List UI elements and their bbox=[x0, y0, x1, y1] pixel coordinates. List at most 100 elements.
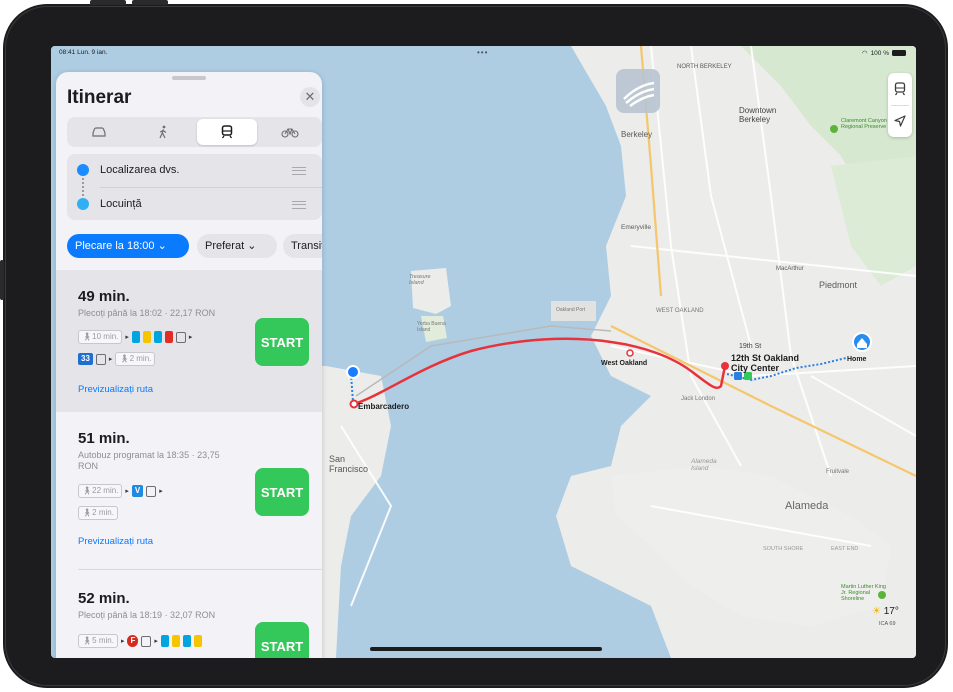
bart-station-icon bbox=[734, 372, 742, 380]
map-label-treasure-island: Treasure Island bbox=[409, 274, 431, 286]
amtrak-station-icon[interactable] bbox=[616, 69, 660, 113]
west-oakland-marker[interactable] bbox=[626, 349, 634, 357]
bus-line-badge: F bbox=[127, 635, 139, 647]
multitasking-dots[interactable]: ••• bbox=[477, 48, 488, 57]
battery-icon bbox=[892, 50, 906, 56]
route-option-3[interactable]: 52 min. Plecoți până la 18:19 · 32,07 RO… bbox=[56, 572, 322, 658]
panel-grabber[interactable] bbox=[172, 76, 206, 80]
walk-segment: 🚶︎5 min. bbox=[78, 634, 118, 648]
map-label-downtown-berkeley: Downtown Berkeley bbox=[739, 106, 777, 124]
air-quality-index: ICA 69 bbox=[879, 621, 896, 627]
route-filters: Plecare la 18:00 ⌄ Preferat ⌄ Transit bbox=[67, 234, 322, 258]
status-bar-left: 08:41 Lun. 9 ian. bbox=[59, 49, 107, 56]
bus-icon bbox=[95, 353, 106, 365]
weather-widget[interactable]: ☀ 17° bbox=[872, 606, 899, 617]
walk-segment: 🚶︎22 min. bbox=[78, 484, 123, 498]
route-subtitle: Plecoți până la 18:02 · 22,17 RON bbox=[78, 308, 216, 318]
route-steps-line-2: 33 ▸ 🚶︎2 min. bbox=[78, 352, 156, 366]
arrow-icon: ▸ bbox=[125, 488, 129, 495]
route-subtitle: Plecoți până la 18:19 · 32,07 RON bbox=[78, 610, 216, 620]
start-button[interactable]: START bbox=[255, 468, 309, 516]
mode-transit-button[interactable] bbox=[197, 119, 257, 145]
home-icon bbox=[77, 198, 89, 210]
map-label-piedmont: Piedmont bbox=[819, 280, 858, 290]
start-button[interactable]: START bbox=[255, 622, 309, 658]
transport-mode-selector bbox=[67, 117, 322, 147]
walk-icon: 🚶︎ bbox=[119, 354, 130, 363]
map-label-alameda-island: Alameda Island bbox=[691, 458, 717, 472]
route-option-1[interactable]: 49 min. Plecoți până la 18:02 · 22,17 RO… bbox=[56, 270, 322, 412]
preview-route-link[interactable]: Previzualizați ruta bbox=[78, 536, 153, 547]
route-steps-line-1: 🚶︎10 min. ▸ ▸ bbox=[78, 330, 192, 344]
arrow-icon: ▸ bbox=[188, 334, 193, 341]
transit-chip[interactable]: Transit bbox=[283, 234, 322, 258]
walk-icon: 🚶︎ bbox=[82, 332, 93, 341]
bart-line-icon bbox=[142, 331, 151, 343]
home-indicator[interactable] bbox=[370, 647, 602, 651]
map-controls bbox=[888, 73, 912, 137]
arrow-icon: ▸ bbox=[108, 356, 113, 363]
embarcadero-stop-marker[interactable] bbox=[349, 399, 359, 409]
bart-line-icon bbox=[193, 635, 202, 647]
reorder-handle-icon[interactable] bbox=[292, 201, 306, 209]
location-arrow-icon bbox=[77, 164, 89, 176]
map-label-north-berkeley: NORTH BERKELEY bbox=[677, 64, 732, 70]
chevron-down-icon: ⌄ bbox=[157, 240, 167, 252]
start-button[interactable]: START bbox=[255, 318, 309, 366]
arrow-icon: ▸ bbox=[120, 638, 125, 645]
screen: NORTH BERKELEY Downtown Berkeley Berkele… bbox=[51, 46, 916, 658]
bart-line-icon bbox=[171, 635, 180, 647]
map-label-mlk-shoreline: Martin Luther King Jr. Regional Shorelin… bbox=[841, 584, 886, 602]
route-duration: 51 min. bbox=[78, 430, 130, 447]
map-label-san-francisco: San Francisco bbox=[329, 454, 369, 474]
arrow-icon: ▸ bbox=[159, 488, 163, 495]
departure-time-chip[interactable]: Plecare la 18:00 ⌄ bbox=[67, 234, 189, 258]
status-bar-right: ◠ 100 % bbox=[862, 49, 906, 57]
tram-icon bbox=[221, 125, 233, 139]
preferred-chip[interactable]: Preferat ⌄ bbox=[197, 234, 277, 258]
bart-line-icon bbox=[153, 331, 162, 343]
close-icon: ✕ bbox=[304, 89, 316, 104]
bart-line-icon bbox=[160, 635, 169, 647]
map-label-west-oakland-area: WEST OAKLAND bbox=[656, 308, 704, 314]
status-time: 08:41 bbox=[59, 49, 76, 56]
walk-duration: 22 min. bbox=[92, 486, 119, 495]
preview-route-link[interactable]: Previzualizați ruta bbox=[78, 384, 153, 395]
wifi-icon: ◠ bbox=[861, 50, 868, 57]
bus-line-badge: V bbox=[131, 485, 144, 497]
walk-duration: 2 min. bbox=[129, 354, 152, 363]
arrow-icon: ▸ bbox=[154, 638, 158, 645]
walk-segment: 🚶︎2 min. bbox=[78, 506, 118, 520]
panel-title: Itinerar bbox=[67, 87, 132, 108]
preferred-label: Preferat bbox=[205, 240, 245, 252]
route-duration: 49 min. bbox=[78, 288, 130, 305]
map-label-claremont: Claremont Canyon Regional Preserve bbox=[841, 118, 887, 130]
route-duration: 52 min. bbox=[78, 590, 130, 607]
route-endpoints: Localizarea dvs. Locuință bbox=[67, 154, 322, 220]
map-label-yerba-buena: Yerba Buena Island bbox=[417, 321, 446, 333]
current-location-pin[interactable] bbox=[346, 365, 360, 379]
bus-line-badge: 33 bbox=[78, 353, 93, 365]
side-button bbox=[0, 260, 4, 300]
mode-walk-button[interactable] bbox=[133, 119, 193, 145]
locate-me-button[interactable] bbox=[888, 105, 912, 137]
oakland-stop-marker[interactable] bbox=[721, 362, 729, 370]
close-button[interactable]: ✕ bbox=[300, 87, 320, 107]
transit-map-button[interactable] bbox=[888, 73, 912, 105]
origin-row[interactable]: Localizarea dvs. bbox=[67, 154, 322, 186]
tram-icon bbox=[894, 82, 906, 96]
location-arrow-icon bbox=[894, 115, 906, 127]
mode-bike-button[interactable] bbox=[260, 119, 320, 145]
mode-car-button[interactable] bbox=[69, 119, 129, 145]
walk-duration: 5 min. bbox=[92, 636, 114, 645]
map-label-berkeley: Berkeley bbox=[621, 130, 653, 139]
reorder-handle-icon[interactable] bbox=[292, 167, 306, 175]
status-date: Lun. 9 ian. bbox=[77, 49, 108, 56]
walk-icon: 🚶︎ bbox=[82, 636, 93, 645]
route-option-2[interactable]: 51 min. Autobuz programat la 18:35 · 23,… bbox=[56, 412, 322, 572]
arrow-icon: ▸ bbox=[125, 334, 129, 341]
destination-row[interactable]: Locuință bbox=[67, 188, 322, 220]
map-label-19th-st: 19th St bbox=[739, 343, 762, 350]
sun-icon: ☀ bbox=[872, 606, 881, 617]
transit-label: Transit bbox=[291, 240, 322, 252]
